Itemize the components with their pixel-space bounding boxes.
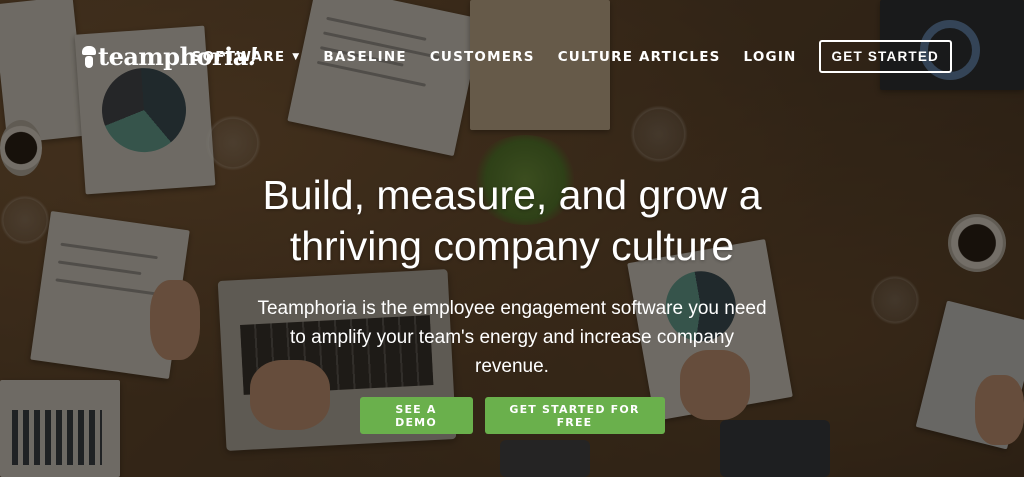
hero-actions: SEE A DEMO GET STARTED FOR FREE	[0, 397, 1024, 434]
nav-item-software[interactable]: SOFTWARE ▼	[192, 49, 301, 65]
hero-headline: Build, measure, and grow a thriving comp…	[0, 170, 1024, 272]
hero-subheadline: Teamphoria is the employee engagement so…	[0, 294, 1024, 381]
nav-item-login[interactable]: LOGIN	[744, 49, 797, 65]
see-a-demo-button[interactable]: SEE A DEMO	[359, 397, 473, 434]
chevron-down-icon: ▼	[292, 51, 301, 62]
headline-line: thriving company culture	[289, 223, 735, 269]
main-nav: SOFTWARE ▼ BASELINE CUSTOMERS CULTURE AR…	[169, 40, 952, 73]
get-started-button[interactable]: GET STARTED	[818, 40, 952, 73]
nav-item-baseline[interactable]: BASELINE	[323, 49, 406, 65]
nav-item-customers[interactable]: CUSTOMERS	[430, 49, 535, 65]
subheadline-line: Teamphoria is the employee engagement so…	[257, 298, 767, 319]
get-started-free-button[interactable]: GET STARTED FOR FREE	[484, 397, 665, 434]
nav-item-label: SOFTWARE	[191, 48, 286, 65]
headline-line: Build, measure, and grow a	[262, 172, 762, 218]
chef-icon	[82, 45, 96, 68]
subheadline-line: to amplify your team's energy and increa…	[289, 327, 734, 348]
subheadline-line: revenue.	[475, 356, 549, 377]
nav-item-culture-articles[interactable]: CULTURE ARTICLES	[558, 49, 721, 65]
